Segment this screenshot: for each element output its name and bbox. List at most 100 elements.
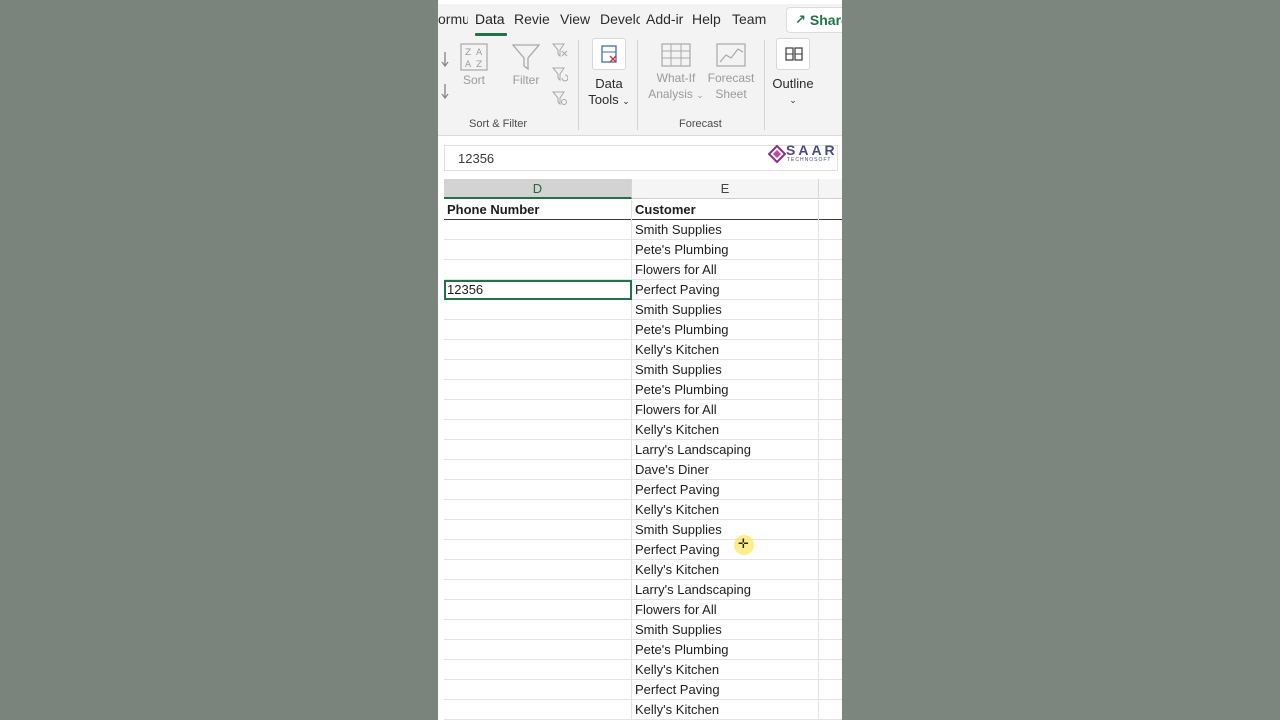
cell[interactable] bbox=[819, 360, 842, 380]
customer-cell[interactable]: Perfect Paving bbox=[632, 480, 819, 500]
cell[interactable] bbox=[444, 580, 632, 600]
cell[interactable] bbox=[819, 700, 842, 720]
cell[interactable] bbox=[819, 640, 842, 660]
cell[interactable] bbox=[444, 340, 632, 360]
cell[interactable] bbox=[819, 280, 842, 300]
column-header-d[interactable]: D bbox=[444, 179, 632, 199]
customer-cell[interactable]: Perfect Paving bbox=[632, 680, 819, 700]
cell[interactable] bbox=[444, 300, 632, 320]
header-cell-phone-number[interactable]: Phone Number bbox=[444, 200, 632, 220]
sort-button[interactable]: Z A A Z Sort bbox=[456, 42, 492, 88]
customer-cell[interactable]: Pete's Plumbing bbox=[632, 640, 819, 660]
customer-cell[interactable]: Kelly's Kitchen bbox=[632, 560, 819, 580]
header-cell-customer[interactable]: Customer bbox=[632, 200, 819, 220]
customer-cell[interactable]: Perfect Paving bbox=[632, 280, 819, 300]
customer-cell[interactable]: Larry's Landscaping bbox=[632, 580, 819, 600]
customer-cell[interactable]: Larry's Landscaping bbox=[632, 440, 819, 460]
cell[interactable] bbox=[819, 440, 842, 460]
cell[interactable] bbox=[819, 680, 842, 700]
cell[interactable] bbox=[444, 220, 632, 240]
customer-cell[interactable]: Kelly's Kitchen bbox=[632, 420, 819, 440]
cell[interactable] bbox=[819, 340, 842, 360]
share-button[interactable]: ↗ Share bbox=[786, 7, 842, 33]
cell[interactable] bbox=[819, 260, 842, 280]
reapply-filter-icon[interactable] bbox=[551, 66, 569, 86]
cell[interactable] bbox=[444, 500, 632, 520]
customer-cell[interactable]: Perfect Paving bbox=[632, 540, 819, 560]
cell[interactable] bbox=[444, 440, 632, 460]
cell[interactable] bbox=[444, 420, 632, 440]
cell[interactable] bbox=[819, 480, 842, 500]
cell[interactable] bbox=[444, 320, 632, 340]
customer-cell[interactable]: Pete's Plumbing bbox=[632, 380, 819, 400]
advanced-filter-icon[interactable] bbox=[551, 90, 568, 110]
tab-help[interactable]: Help bbox=[692, 11, 724, 27]
cell[interactable] bbox=[444, 660, 632, 680]
cell[interactable] bbox=[819, 300, 842, 320]
tab-review[interactable]: Revie bbox=[514, 11, 554, 27]
tab-formulas[interactable]: ormu bbox=[438, 11, 468, 27]
tab-developer[interactable]: Develo bbox=[600, 11, 640, 27]
cell[interactable] bbox=[444, 640, 632, 660]
sort-descending-icon[interactable] bbox=[440, 82, 450, 106]
cell[interactable] bbox=[819, 220, 842, 240]
customer-cell[interactable]: Dave's Diner bbox=[632, 460, 819, 480]
spreadsheet-grid[interactable]: D E Phone Number Customer Smith Supplies… bbox=[438, 179, 842, 720]
customer-cell[interactable]: Flowers for All bbox=[632, 260, 819, 280]
customer-cell[interactable]: Flowers for All bbox=[632, 400, 819, 420]
clear-filter-icon[interactable] bbox=[551, 42, 568, 62]
cell[interactable] bbox=[444, 360, 632, 380]
customer-cell[interactable]: Smith Supplies bbox=[632, 620, 819, 640]
cell[interactable] bbox=[444, 540, 632, 560]
cell[interactable] bbox=[819, 520, 842, 540]
tab-data[interactable]: Data bbox=[475, 11, 509, 27]
cell[interactable] bbox=[819, 500, 842, 520]
cell[interactable] bbox=[819, 660, 842, 680]
cell[interactable] bbox=[819, 600, 842, 620]
customer-cell[interactable]: Smith Supplies bbox=[632, 520, 819, 540]
sort-ascending-icon[interactable] bbox=[440, 50, 450, 74]
outline-button[interactable]: Outline ⌄ bbox=[770, 38, 816, 108]
cell[interactable] bbox=[819, 560, 842, 580]
customer-cell[interactable]: Smith Supplies bbox=[632, 360, 819, 380]
cell[interactable] bbox=[819, 460, 842, 480]
data-tools-button[interactable]: Data Tools ⌄ bbox=[586, 38, 632, 109]
cell[interactable] bbox=[819, 620, 842, 640]
tab-view[interactable]: View bbox=[560, 11, 594, 27]
customer-cell[interactable]: Smith Supplies bbox=[632, 220, 819, 240]
active-cell[interactable]: 12356 bbox=[444, 280, 632, 300]
cell[interactable] bbox=[444, 240, 632, 260]
customer-cell[interactable]: Pete's Plumbing bbox=[632, 240, 819, 260]
customer-cell[interactable]: Kelly's Kitchen bbox=[632, 340, 819, 360]
cell[interactable] bbox=[444, 260, 632, 280]
filter-button[interactable]: Filter bbox=[506, 42, 546, 88]
customer-cell[interactable]: Smith Supplies bbox=[632, 300, 819, 320]
cell[interactable] bbox=[444, 480, 632, 500]
cell[interactable] bbox=[444, 380, 632, 400]
cell[interactable] bbox=[444, 600, 632, 620]
cell[interactable] bbox=[444, 520, 632, 540]
customer-cell[interactable]: Kelly's Kitchen bbox=[632, 500, 819, 520]
cell[interactable] bbox=[444, 400, 632, 420]
what-if-analysis-button[interactable]: What-If Analysis ⌄ bbox=[644, 42, 708, 103]
forecast-sheet-button[interactable]: Forecast Sheet bbox=[704, 42, 758, 102]
cell[interactable] bbox=[819, 320, 842, 340]
cell[interactable] bbox=[444, 700, 632, 720]
cell[interactable] bbox=[444, 620, 632, 640]
cell[interactable] bbox=[819, 200, 842, 220]
cell[interactable] bbox=[819, 580, 842, 600]
cell[interactable] bbox=[444, 680, 632, 700]
cell[interactable] bbox=[819, 400, 842, 420]
cell[interactable] bbox=[444, 560, 632, 580]
customer-cell[interactable]: Pete's Plumbing bbox=[632, 320, 819, 340]
cell[interactable] bbox=[444, 460, 632, 480]
cell[interactable] bbox=[819, 420, 842, 440]
column-header-e[interactable]: E bbox=[632, 179, 819, 199]
cell[interactable] bbox=[819, 540, 842, 560]
cell[interactable] bbox=[819, 240, 842, 260]
customer-cell[interactable]: Kelly's Kitchen bbox=[632, 700, 819, 720]
customer-cell[interactable]: Kelly's Kitchen bbox=[632, 660, 819, 680]
cell[interactable] bbox=[819, 380, 842, 400]
tab-team[interactable]: Team bbox=[732, 11, 768, 27]
tab-add-ins[interactable]: Add-ir bbox=[646, 11, 686, 27]
